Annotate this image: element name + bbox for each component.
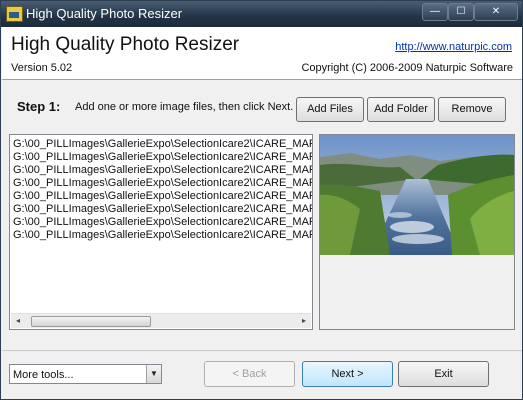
app-window: High Quality Photo Resizer — ☐ ✕ High Qu… — [0, 0, 523, 400]
more-tools-dropdown[interactable]: More tools... ▼ — [9, 364, 162, 384]
file-list-item[interactable]: G:\00_PILLImages\GallerieExpo\SelectionI… — [13, 216, 312, 228]
next-button[interactable]: Next > — [302, 361, 393, 387]
file-list-item[interactable]: G:\00_PILLImages\GallerieExpo\SelectionI… — [13, 190, 312, 202]
maximize-button[interactable]: ☐ — [448, 3, 474, 21]
add-folder-button[interactable]: Add Folder — [367, 97, 435, 122]
step-label: Step 1: — [17, 99, 61, 114]
file-list-item[interactable]: G:\00_PILLImages\GallerieExpo\SelectionI… — [13, 177, 312, 189]
file-list[interactable]: G:\00_PILLImages\GallerieExpo\SelectionI… — [9, 134, 313, 330]
app-title: High Quality Photo Resizer — [11, 34, 240, 55]
file-list-item[interactable]: G:\00_PILLImages\GallerieExpo\SelectionI… — [13, 164, 312, 176]
scrollbar-thumb[interactable] — [31, 316, 151, 327]
file-list-item[interactable]: G:\00_PILLImages\GallerieExpo\SelectionI… — [13, 203, 312, 215]
exit-button[interactable]: Exit — [398, 361, 489, 387]
horizontal-scrollbar[interactable]: ◂ ▸ — [11, 313, 311, 328]
window-title: High Quality Photo Resizer — [26, 6, 183, 21]
footer-separator — [2, 350, 522, 351]
preview-photo — [320, 135, 514, 255]
chevron-down-icon[interactable]: ▼ — [146, 365, 161, 383]
scroll-left-icon[interactable]: ◂ — [14, 316, 22, 326]
version-label: Version 5.02 — [11, 62, 73, 74]
more-tools-value: More tools... — [13, 369, 74, 381]
image-preview — [319, 134, 515, 330]
scroll-right-icon[interactable]: ▸ — [300, 316, 308, 326]
back-button[interactable]: < Back — [204, 361, 295, 387]
copyright-label: Copyright (C) 2006-2009 Naturpic Softwar… — [301, 62, 513, 74]
app-icon — [6, 6, 23, 22]
close-button[interactable]: ✕ — [474, 3, 518, 21]
title-bar[interactable]: High Quality Photo Resizer — ☐ ✕ — [1, 1, 522, 27]
add-files-button[interactable]: Add Files — [296, 97, 364, 122]
file-list-item[interactable]: G:\00_PILLImages\GallerieExpo\SelectionI… — [13, 229, 312, 241]
file-list-item[interactable]: G:\00_PILLImages\GallerieExpo\SelectionI… — [13, 151, 312, 163]
minimize-button[interactable]: — — [422, 3, 448, 21]
remove-button[interactable]: Remove — [438, 97, 506, 122]
file-list-item[interactable]: G:\00_PILLImages\GallerieExpo\SelectionI… — [13, 138, 312, 150]
header-panel: High Quality Photo Resizer Version 5.02 … — [2, 27, 522, 80]
step-instruction: Add one or more image files, then click … — [75, 101, 294, 113]
website-link[interactable]: http://www.naturpic.com — [395, 41, 512, 53]
